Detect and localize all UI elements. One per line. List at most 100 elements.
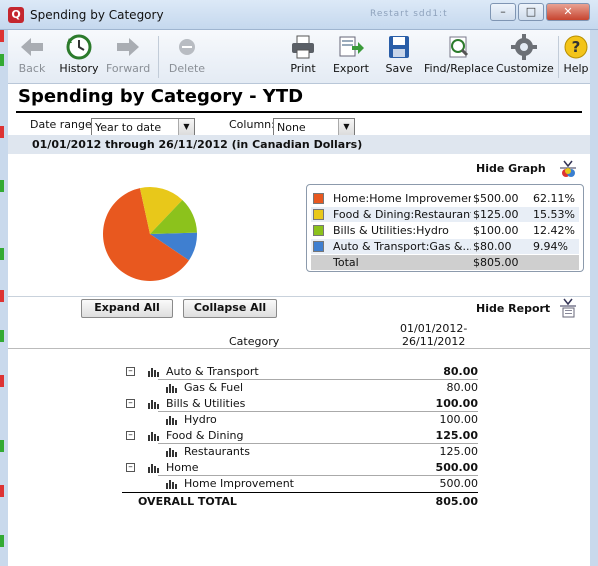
print-button[interactable]: Print <box>286 34 320 82</box>
column-value: None <box>277 121 306 134</box>
row-category-name: Bills & Utilities <box>166 397 246 410</box>
period-banner: 01/01/2012 through 26/11/2012 (in Canadi… <box>8 135 590 154</box>
row-amount: 500.00 <box>439 477 479 490</box>
export-label: Export <box>332 62 369 75</box>
minimize-button[interactable]: – <box>490 3 516 21</box>
row-category-name: Restaurants <box>184 445 250 458</box>
help-button[interactable]: ? Help <box>562 34 590 82</box>
bar-chart-icon[interactable] <box>166 447 178 457</box>
right-window-frame <box>590 30 598 566</box>
legend-swatch <box>313 209 324 220</box>
row-category-name: Gas & Fuel <box>184 381 244 394</box>
window-title: Spending by Category <box>30 8 164 22</box>
category-row[interactable]: – Bills & Utilities 100.00 <box>122 396 478 412</box>
legend-swatch <box>313 241 324 252</box>
hide-graph-link[interactable]: Hide Graph <box>476 162 546 175</box>
maximize-button[interactable]: □ <box>518 3 544 21</box>
bar-chart-icon[interactable] <box>148 431 160 441</box>
svg-text:?: ? <box>572 38 581 56</box>
export-icon <box>339 36 364 57</box>
close-button[interactable]: ✕ <box>546 3 590 21</box>
save-button[interactable]: Save <box>382 34 416 82</box>
row-category-name: Home <box>166 461 199 474</box>
period-text: 01/01/2012 through 26/11/2012 (in Canadi… <box>32 138 363 151</box>
help-label: Help <box>563 62 589 75</box>
back-arrow-icon <box>21 38 43 56</box>
export-button[interactable]: Export <box>332 34 370 82</box>
date-range-label: Date range: <box>30 118 96 131</box>
category-row[interactable]: – Home 500.00 <box>122 460 478 476</box>
bar-chart-icon[interactable] <box>148 399 160 409</box>
spending-pie-chart <box>103 187 197 281</box>
printer-icon <box>292 35 314 59</box>
subcategory-row[interactable]: Hydro 100.00 <box>122 412 478 428</box>
row-amount: 100.00 <box>439 413 479 426</box>
subcategory-row[interactable]: Home Improvement 500.00 <box>122 476 478 492</box>
row-amount: 100.00 <box>435 397 478 410</box>
section-divider <box>8 296 590 297</box>
gear-icon <box>511 34 537 60</box>
graph-toggle-icon[interactable] <box>556 158 580 178</box>
delete-button[interactable]: Delete <box>168 34 206 82</box>
report-title: Spending by Category - YTD <box>18 86 304 107</box>
find-replace-icon <box>449 36 469 58</box>
category-row[interactable]: – Food & Dining 125.00 <box>122 428 478 444</box>
report-content: Spending by Category - YTD Date range: Y… <box>8 84 590 566</box>
forward-button[interactable]: Forward <box>106 34 150 82</box>
bar-chart-icon[interactable] <box>166 383 178 393</box>
find-replace-button[interactable]: Find/Replace <box>424 34 494 82</box>
legend-total-label: Total <box>333 256 359 269</box>
legend-swatch <box>313 225 324 236</box>
legend-row[interactable]: Bills & Utilities:Hydro $100.00 12.42% <box>311 223 579 238</box>
graph-section: Hide Graph Home:Home Improvement $500.00… <box>8 154 590 296</box>
find-replace-label: Find/Replace <box>424 62 494 75</box>
column-select[interactable]: None ▼ <box>273 118 355 136</box>
legend-swatch <box>313 193 324 204</box>
subcategory-row[interactable]: Restaurants 125.00 <box>122 444 478 460</box>
collapse-toggle-icon[interactable]: – <box>126 431 135 440</box>
back-label: Back <box>18 62 46 75</box>
date-range-select[interactable]: Year to date ▼ <box>91 118 195 136</box>
bar-chart-icon[interactable] <box>166 415 178 425</box>
toolbar-separator <box>558 36 559 78</box>
toolbar-separator <box>158 36 159 78</box>
legend-row[interactable]: Food & Dining:Restaurants $125.00 15.53% <box>311 207 579 222</box>
history-button[interactable]: History <box>58 34 100 82</box>
legend-row[interactable]: Home:Home Improvement $500.00 62.11% <box>311 191 579 206</box>
bar-chart-icon[interactable] <box>148 463 160 473</box>
help-icon: ? <box>564 35 588 59</box>
graph-legend: Home:Home Improvement $500.00 62.11% Foo… <box>306 184 584 272</box>
bar-chart-icon[interactable] <box>166 479 178 489</box>
row-amount: 125.00 <box>435 429 478 442</box>
row-amount: 80.00 <box>446 381 479 394</box>
row-category-name: Home Improvement <box>184 477 294 490</box>
subcategory-row[interactable]: Gas & Fuel 80.00 <box>122 380 478 396</box>
report-toggle-icon[interactable] <box>556 297 580 319</box>
quicken-app-icon[interactable]: Q <box>8 7 24 23</box>
customize-button[interactable]: Customize <box>496 34 554 82</box>
collapse-all-button[interactable]: Collapse All <box>183 299 277 318</box>
legend-percent: 12.42% <box>533 224 575 237</box>
bar-chart-icon[interactable] <box>148 367 160 377</box>
category-column-header: Category <box>229 335 280 348</box>
collapse-toggle-icon[interactable]: – <box>126 463 135 472</box>
print-label: Print <box>290 62 316 75</box>
legend-name: Bills & Utilities:Hydro <box>333 224 449 237</box>
collapse-toggle-icon[interactable]: – <box>126 399 135 408</box>
collapse-toggle-icon[interactable]: – <box>126 367 135 376</box>
hide-report-link[interactable]: Hide Report <box>476 302 550 315</box>
row-category-name: Hydro <box>184 413 217 426</box>
legend-percent: 9.94% <box>533 240 568 253</box>
legend-row[interactable]: Auto & Transport:Gas &... $80.00 9.94% <box>311 239 579 254</box>
expand-all-button[interactable]: Expand All <box>81 299 173 318</box>
category-row[interactable]: – Auto & Transport 80.00 <box>122 364 478 380</box>
legend-amount: $100.00 <box>473 224 519 237</box>
back-button[interactable]: Back <box>14 34 50 82</box>
toolbar: Back History Forward Delete Print Export… <box>8 30 590 84</box>
date-range-value: Year to date <box>95 121 162 134</box>
overall-total-rule <box>122 492 478 493</box>
delete-label: Delete <box>168 62 206 75</box>
background-window-text: Restart sdd1:t <box>370 9 448 19</box>
period-column-header-line1: 01/01/2012- <box>400 322 468 335</box>
history-clock-icon <box>66 34 92 60</box>
